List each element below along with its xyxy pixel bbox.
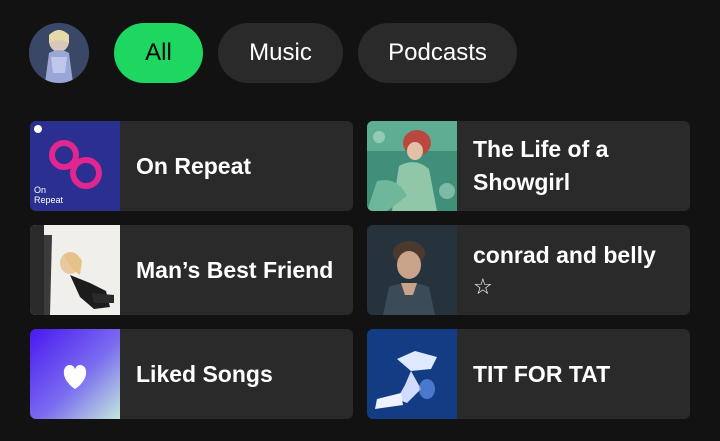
shortcut-card-conrad-and-belly[interactable]: conrad and belly ☆	[367, 225, 690, 315]
home-screen: All Music Podcasts On Repeat On Repeat T…	[0, 0, 720, 441]
header: All Music Podcasts	[29, 22, 517, 84]
chip-podcasts-label: Podcasts	[388, 39, 487, 66]
album-cover	[367, 329, 457, 419]
chip-podcasts[interactable]: Podcasts	[358, 23, 517, 83]
shortcut-card-mans-best-friend[interactable]: Man’s Best Friend	[30, 225, 353, 315]
chip-all[interactable]: All	[114, 23, 203, 83]
chip-music[interactable]: Music	[218, 23, 343, 83]
playlist-cover	[367, 225, 457, 315]
shortcut-title: The Life of a Showgirl	[473, 136, 609, 195]
filter-chips: All Music Podcasts	[114, 23, 517, 83]
shortcut-title: conrad and belly ☆	[457, 239, 668, 302]
shortcuts-grid: On Repeat On Repeat The Life of a Showgi…	[30, 121, 690, 419]
shortcut-title-text: conrad and belly	[473, 241, 656, 268]
liked-songs-cover	[30, 329, 120, 419]
shortcut-title: Man’s Best Friend	[136, 256, 334, 283]
star-icon: ☆	[473, 273, 493, 299]
shortcut-card-liked-songs[interactable]: Liked Songs	[30, 329, 353, 419]
chip-all-label: All	[145, 39, 172, 66]
on-repeat-cover-label: On Repeat	[34, 185, 64, 205]
on-repeat-cover: On Repeat	[30, 121, 120, 211]
shortcut-title: TIT FOR TAT	[473, 360, 611, 387]
chip-music-label: Music	[249, 39, 312, 66]
shortcut-title: On Repeat	[136, 152, 252, 179]
shortcut-title: Liked Songs	[136, 360, 273, 387]
avatar-image	[29, 23, 89, 83]
shortcut-card-on-repeat[interactable]: On Repeat On Repeat	[30, 121, 353, 211]
profile-avatar[interactable]	[29, 23, 89, 83]
album-cover	[30, 225, 120, 315]
album-cover	[367, 121, 457, 211]
shortcut-card-life-of-a-showgirl[interactable]: The Life of a Showgirl	[367, 121, 690, 211]
shortcut-card-tit-for-tat[interactable]: TIT FOR TAT	[367, 329, 690, 419]
